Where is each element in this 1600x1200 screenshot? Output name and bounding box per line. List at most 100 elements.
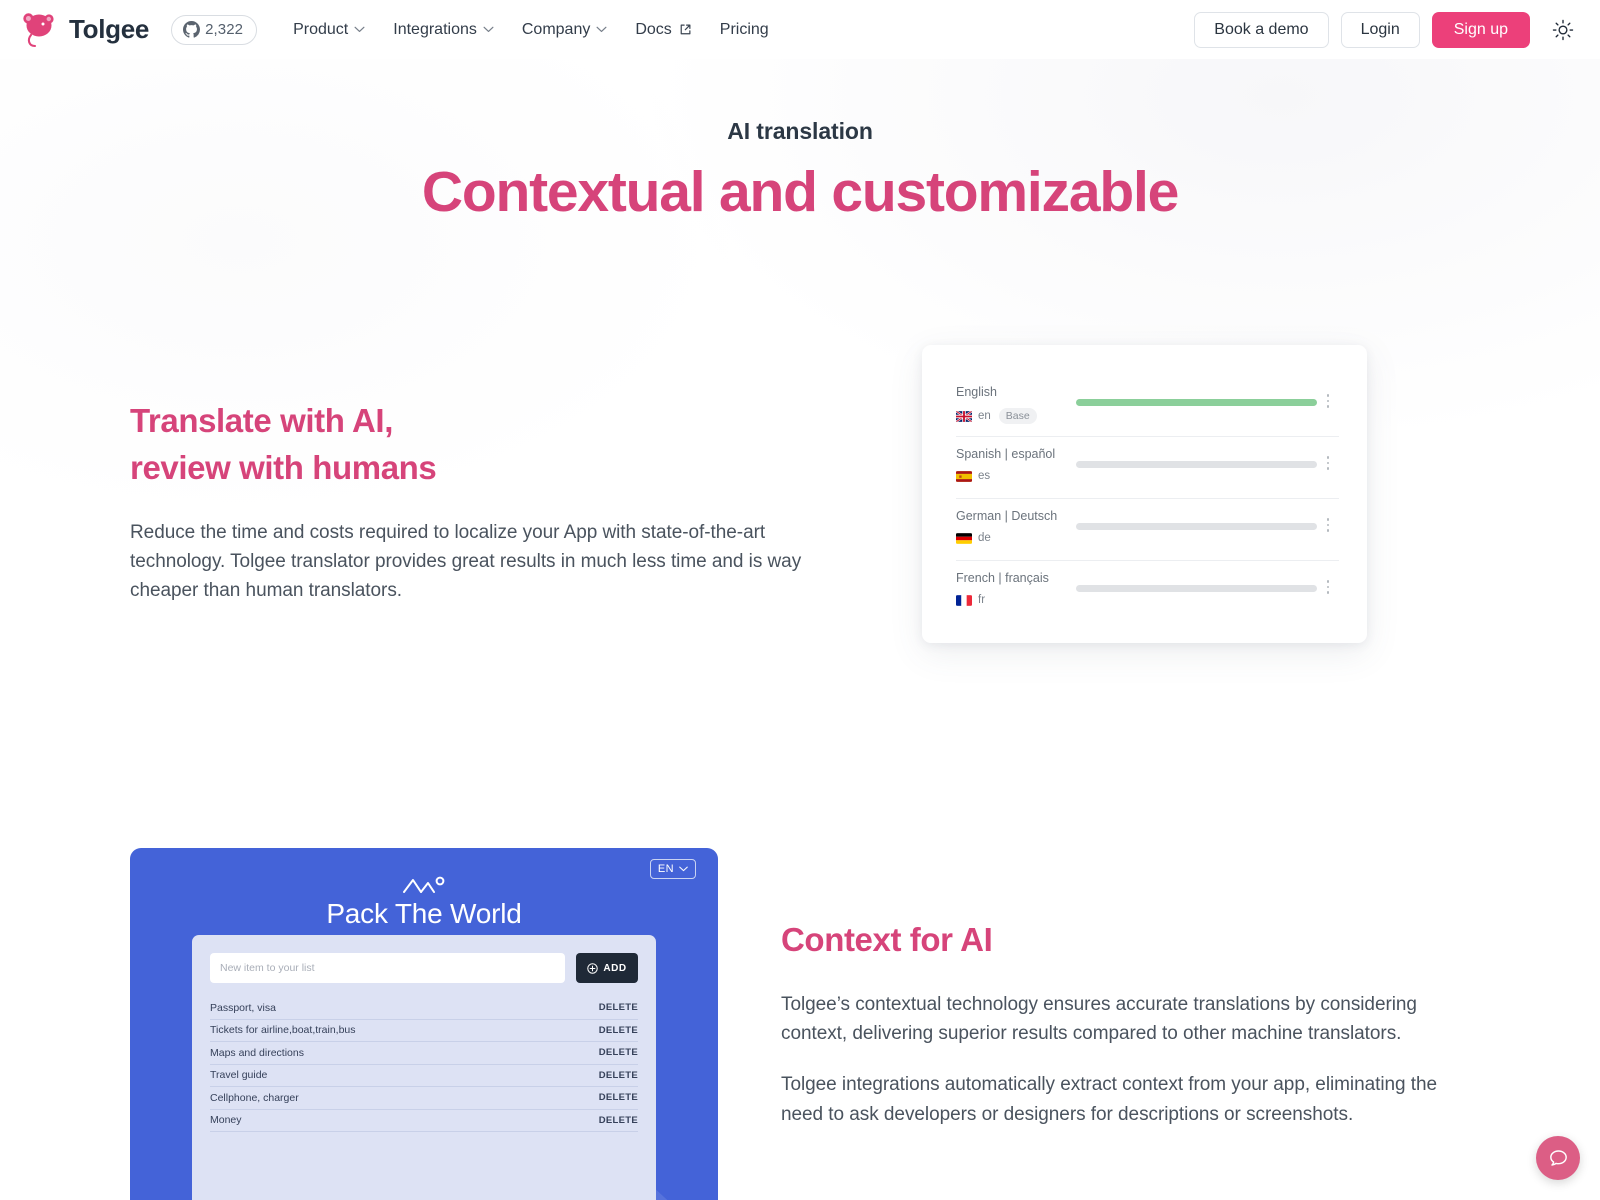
delete-button[interactable]: DELETE	[599, 1002, 638, 1013]
language-progress-bar	[1076, 461, 1317, 468]
list-item-label: Cellphone, charger	[210, 1091, 299, 1104]
plus-circle-icon	[587, 962, 599, 974]
language-info: German | Deutsch de	[956, 509, 1076, 544]
chevron-down-icon	[679, 866, 688, 872]
language-sub: de	[956, 532, 1076, 544]
nav-label: Docs	[635, 20, 672, 38]
language-progress-wrap	[1076, 385, 1317, 406]
language-progress-card: English en Base Spanish | español es Ger…	[922, 345, 1367, 643]
login-button[interactable]: Login	[1340, 11, 1420, 48]
language-row[interactable]: French | français fr	[956, 561, 1339, 623]
add-button-label: ADD	[603, 962, 627, 974]
page-root: Tolgee 2,322 Product Integrations Compan…	[0, 0, 1600, 1200]
language-row[interactable]: Spanish | español es	[956, 437, 1339, 499]
nav-item-pricing[interactable]: Pricing	[706, 15, 783, 45]
language-progress-bar	[1076, 399, 1317, 406]
signup-button[interactable]: Sign up	[1431, 11, 1530, 48]
external-link-icon	[680, 24, 691, 35]
language-progress-wrap	[1076, 447, 1317, 468]
list-item[interactable]: Tickets for airline,boat,train,bus DELET…	[210, 1020, 638, 1042]
nav-item-company[interactable]: Company	[508, 15, 621, 45]
list-item-label: Maps and directions	[210, 1046, 304, 1059]
nav-item-docs[interactable]: Docs	[621, 15, 705, 45]
translate-with-ai-section: Translate with AI, review with humans Re…	[130, 398, 810, 605]
hero-section: AI translation Contextual and customizab…	[0, 118, 1600, 225]
nav-label: Product	[293, 20, 349, 38]
nav-label: Pricing	[719, 20, 769, 38]
page-title: Contextual and customizable	[421, 160, 1179, 224]
flag-de-icon	[956, 532, 972, 544]
language-info: French | français fr	[956, 571, 1076, 606]
delete-button[interactable]: DELETE	[599, 1025, 638, 1036]
app-mockup: EN Pack The World New item to your list …	[130, 848, 718, 1200]
vertical-dots-icon[interactable]	[1317, 571, 1339, 594]
section-heading-line1: Translate with AI,	[130, 402, 393, 439]
mockup-input-row: New item to your list ADD	[210, 953, 638, 983]
language-progress-bar	[1076, 523, 1317, 530]
list-item[interactable]: Travel guide DELETE	[210, 1065, 638, 1087]
nav-item-integrations[interactable]: Integrations	[379, 15, 508, 45]
book-a-demo-button[interactable]: Book a demo	[1194, 11, 1329, 48]
nav-item-product[interactable]: Product	[279, 15, 379, 45]
flag-gb-icon	[956, 410, 972, 422]
add-item-button[interactable]: ADD	[576, 953, 638, 983]
section-heading: Translate with AI, review with humans	[130, 398, 810, 492]
language-row[interactable]: German | Deutsch de	[956, 499, 1339, 561]
brand-logo-link[interactable]: Tolgee	[18, 10, 149, 50]
language-sub: fr	[956, 594, 1076, 606]
mountain-logo-icon	[403, 876, 445, 893]
context-for-ai-section: Context for AI Tolgee’s contextual techn…	[781, 917, 1441, 1129]
mockup-language-value: EN	[657, 863, 674, 875]
vertical-dots-icon[interactable]	[1317, 447, 1339, 470]
delete-button[interactable]: DELETE	[599, 1047, 638, 1058]
language-progress-wrap	[1076, 509, 1317, 530]
mockup-language-select[interactable]: EN	[649, 859, 696, 879]
chat-bubble-icon	[1549, 1149, 1567, 1166]
github-icon	[183, 21, 201, 38]
chevron-down-icon	[596, 26, 607, 33]
language-progress-wrap	[1076, 571, 1317, 592]
section-heading-line2: review with humans	[130, 448, 437, 486]
theme-toggle-button[interactable]	[1546, 13, 1580, 47]
chevron-down-icon	[483, 26, 494, 33]
list-item[interactable]: Money DELETE	[210, 1110, 638, 1132]
mockup-app-title: Pack The World	[326, 898, 522, 929]
new-item-input[interactable]: New item to your list	[210, 953, 565, 983]
list-item[interactable]: Cellphone, charger DELETE	[210, 1087, 638, 1110]
hero-eyebrow: AI translation	[727, 118, 873, 144]
header-actions: Book a demo Login Sign up	[1194, 11, 1580, 48]
github-stars-badge[interactable]: 2,322	[171, 14, 258, 45]
mockup-item-list: Passport, visa DELETE Tickets for airlin…	[210, 997, 638, 1132]
delete-button[interactable]: DELETE	[599, 1115, 638, 1126]
list-item-label: Travel guide	[210, 1069, 268, 1082]
nav-label: Integrations	[393, 20, 477, 38]
language-code: es	[978, 470, 991, 482]
delete-button[interactable]: DELETE	[599, 1070, 638, 1081]
nav-label: Company	[521, 20, 591, 38]
language-info: English en Base	[956, 385, 1076, 424]
language-name: Spanish | español	[956, 447, 1056, 461]
list-item[interactable]: Maps and directions DELETE	[210, 1042, 638, 1065]
vertical-dots-icon[interactable]	[1317, 509, 1339, 532]
language-name: German | Deutsch	[956, 509, 1058, 523]
section-body-2: Tolgee integrations automatically extrac…	[781, 1074, 1438, 1125]
section-body: Reduce the time and costs required to lo…	[130, 521, 802, 602]
delete-button[interactable]: DELETE	[599, 1092, 638, 1103]
sun-icon	[1552, 19, 1574, 40]
brand-name: Tolgee	[69, 14, 150, 44]
language-code: de	[978, 532, 991, 544]
main-nav: Product Integrations Company Docs Pricin…	[279, 15, 783, 45]
list-item[interactable]: Passport, visa DELETE	[210, 997, 638, 1020]
language-sub: es	[956, 470, 1076, 482]
site-header: Tolgee 2,322 Product Integrations Compan…	[0, 0, 1600, 59]
flag-fr-icon	[956, 594, 972, 606]
language-sub: en Base	[956, 408, 1076, 424]
vertical-dots-icon[interactable]	[1317, 385, 1339, 408]
new-item-placeholder: New item to your list	[220, 962, 315, 974]
language-progress-bar	[1076, 585, 1317, 592]
language-base-badge: Base	[998, 408, 1037, 424]
language-row[interactable]: English en Base	[956, 375, 1339, 437]
language-code: fr	[978, 594, 986, 606]
chat-widget-button[interactable]	[1536, 1136, 1580, 1180]
list-item-label: Passport, visa	[210, 1001, 276, 1014]
